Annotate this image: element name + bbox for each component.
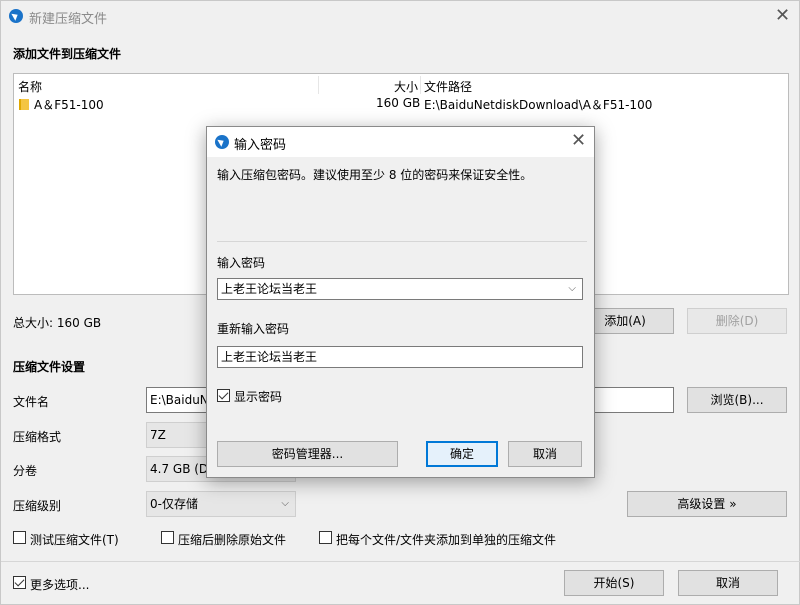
dialog-titlebar: 输入密码 ✕ — [207, 127, 594, 157]
delete-button[interactable]: 删除(D) — [687, 308, 787, 334]
browse-button[interactable]: 浏览(B)... — [687, 387, 787, 413]
format-label: 压缩格式 — [13, 430, 62, 444]
window-titlebar: 新建压缩文件 ✕ — [1, 1, 799, 33]
chevron-down-icon: ⌵ — [281, 498, 289, 509]
column-header-size[interactable]: 大小 — [394, 78, 418, 95]
password-dialog: 输入密码 ✕ 输入压缩包密码。建议使用至少 8 位的密码来保证安全性。 输入密码… — [206, 126, 595, 478]
window-close-icon[interactable]: ✕ — [775, 7, 790, 25]
delete-after-checkbox[interactable] — [161, 531, 174, 544]
files-section-heading: 添加文件到压缩文件 — [13, 47, 122, 61]
more-options-checkbox[interactable] — [13, 576, 26, 589]
separate-archive-checkbox[interactable] — [319, 531, 332, 544]
password-input[interactable]: 上老王论坛当老王 ⌵ — [217, 278, 583, 300]
column-header-name[interactable]: 名称 — [18, 78, 42, 95]
format-value: 7Z — [150, 428, 166, 442]
settings-heading: 压缩文件设置 — [13, 360, 86, 374]
file-name: A＆F51-100 — [34, 98, 104, 112]
dialog-description: 输入压缩包密码。建议使用至少 8 位的密码来保证安全性。 — [217, 168, 533, 182]
dialog-title: 输入密码 — [234, 138, 287, 153]
level-value: 0-仅存储 — [150, 497, 198, 511]
level-label: 压缩级别 — [13, 499, 62, 513]
test-archive-checkbox[interactable] — [13, 531, 26, 544]
confirm-password-input[interactable]: 上老王论坛当老王 — [217, 346, 583, 368]
start-button[interactable]: 开始(S) — [564, 570, 664, 596]
password-manager-button[interactable]: 密码管理器... — [217, 441, 398, 467]
bottom-divider — [1, 561, 800, 562]
dialog-divider — [217, 241, 587, 242]
volume-label: 分卷 — [13, 464, 38, 478]
password-label: 输入密码 — [217, 256, 266, 270]
folder-icon — [19, 99, 29, 110]
more-options-label[interactable]: 更多选项... — [30, 576, 89, 593]
column-divider[interactable] — [420, 76, 421, 94]
chevron-down-icon[interactable]: ⌵ — [568, 279, 576, 299]
show-password-checkbox[interactable] — [217, 389, 230, 402]
app-logo-icon — [215, 135, 229, 149]
column-divider[interactable] — [318, 76, 319, 94]
total-size-label: 总大小: 160 GB — [13, 316, 102, 330]
file-path: E:\BaiduNetdiskDownload\A＆F51-100 — [424, 98, 653, 112]
level-select[interactable]: 0-仅存储 ⌵ — [146, 491, 296, 517]
delete-after-label[interactable]: 压缩后删除原始文件 — [178, 531, 286, 548]
filename-label: 文件名 — [13, 395, 50, 409]
app-logo-icon — [9, 9, 23, 23]
dialog-close-icon[interactable]: ✕ — [571, 132, 586, 150]
advanced-settings-button[interactable]: 高级设置 » — [627, 491, 787, 517]
file-size: 160 GB — [376, 96, 421, 110]
cancel-button[interactable]: 取消 — [678, 570, 778, 596]
dialog-cancel-button[interactable]: 取消 — [508, 441, 582, 467]
confirm-password-label: 重新输入密码 — [217, 322, 290, 336]
ok-button[interactable]: 确定 — [426, 441, 498, 467]
password-value: 上老王论坛当老王 — [221, 282, 318, 296]
column-header-path[interactable]: 文件路径 — [424, 78, 472, 95]
show-password-label[interactable]: 显示密码 — [234, 388, 282, 405]
separate-archive-label[interactable]: 把每个文件/文件夹添加到单独的压缩文件 — [336, 531, 556, 548]
window-title: 新建压缩文件 — [29, 12, 108, 27]
test-archive-label[interactable]: 测试压缩文件(T) — [30, 531, 119, 548]
